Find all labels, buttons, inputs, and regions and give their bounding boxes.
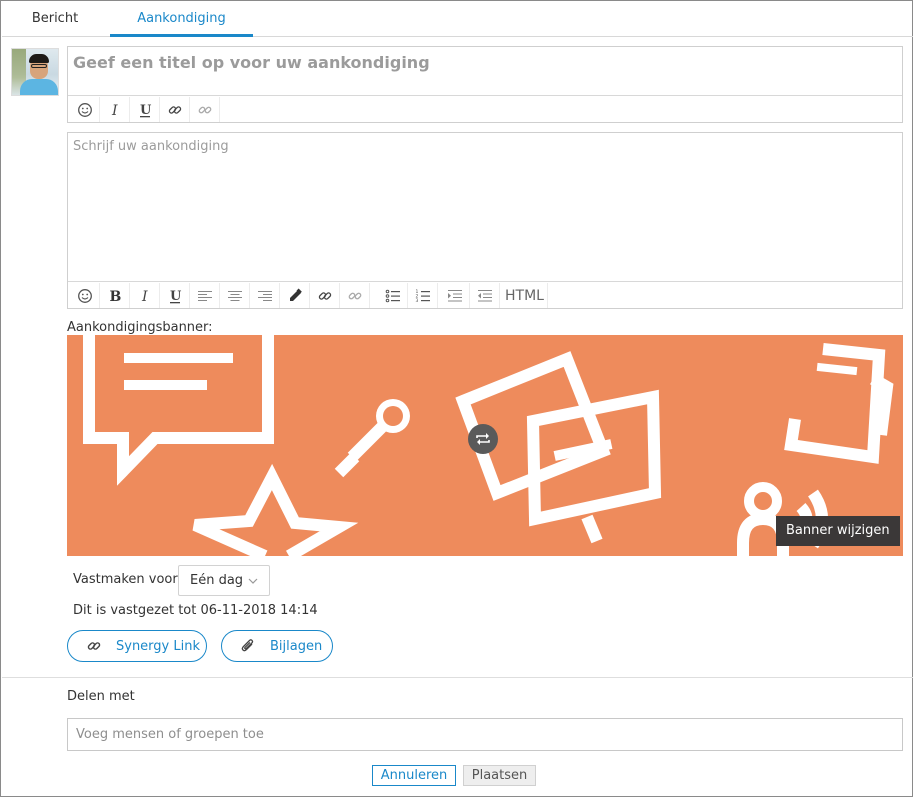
italic-icon[interactable]: I xyxy=(130,283,160,308)
body-editor: Schrijf uw aankondiging B I U 1 2 3 HTML xyxy=(67,132,903,309)
smiley-icon[interactable] xyxy=(70,283,100,308)
italic-icon[interactable]: I xyxy=(100,97,130,122)
avatar xyxy=(11,48,59,96)
divider xyxy=(2,677,913,678)
chevron-down-icon xyxy=(248,578,258,584)
tab-aankondiging[interactable]: Aankondiging xyxy=(110,2,253,37)
align-center-icon[interactable] xyxy=(220,283,250,308)
share-input[interactable]: Voeg mensen of groepen toe xyxy=(67,718,903,751)
attachments-button[interactable]: Bijlagen xyxy=(221,630,333,662)
svg-text:I: I xyxy=(111,103,118,118)
pin-duration-select[interactable]: Eén dag xyxy=(178,565,270,596)
outdent-icon[interactable] xyxy=(470,283,500,308)
smiley-icon[interactable] xyxy=(70,97,100,122)
title-editor: Geef een titel op voor uw aankondiging I… xyxy=(67,46,903,123)
align-right-icon[interactable] xyxy=(250,283,280,308)
svg-text:I: I xyxy=(141,289,148,304)
color-picker-icon[interactable] xyxy=(280,283,310,308)
underline-icon[interactable]: U xyxy=(160,283,190,308)
tab-bericht[interactable]: Bericht xyxy=(10,2,100,37)
attachments-label: Bijlagen xyxy=(270,638,323,654)
unlink-icon[interactable] xyxy=(340,283,370,308)
pin-label: Vastmaken voor xyxy=(73,572,178,587)
banner-label: Aankondigingsbanner: xyxy=(67,320,213,335)
title-input[interactable]: Geef een titel op voor uw aankondiging xyxy=(73,53,430,72)
share-label: Delen met xyxy=(67,689,135,704)
body-input[interactable]: Schrijf uw aankondiging xyxy=(73,139,229,154)
link-icon[interactable] xyxy=(160,97,190,122)
share-placeholder: Voeg mensen of groepen toe xyxy=(76,727,264,742)
title-toolbar: I U xyxy=(68,95,902,122)
svg-text:3: 3 xyxy=(415,298,418,304)
synergy-link-label: Synergy Link xyxy=(116,638,200,654)
announcement-editor: Bericht Aankondiging Geef een titel op v… xyxy=(0,0,913,797)
body-toolbar: B I U 1 2 3 HTML xyxy=(68,281,902,308)
cancel-button[interactable]: Annuleren xyxy=(372,765,456,786)
swap-banner-icon[interactable] xyxy=(468,424,498,454)
html-button[interactable]: HTML xyxy=(502,283,548,308)
tab-bar: Bericht Aankondiging xyxy=(2,2,913,37)
banner-image[interactable]: Banner wijzigen xyxy=(67,335,903,556)
link-icon[interactable] xyxy=(310,283,340,308)
banner-tooltip: Banner wijzigen xyxy=(776,516,900,546)
pin-duration-value: Eén dag xyxy=(190,573,244,588)
paperclip-icon xyxy=(241,639,254,652)
align-left-icon[interactable] xyxy=(190,283,220,308)
bold-icon[interactable]: B xyxy=(100,283,130,308)
synergy-link-button[interactable]: Synergy Link xyxy=(67,630,207,662)
link-icon xyxy=(87,642,101,650)
pinned-until-text: Dit is vastgezet tot 06-11-2018 14:14 xyxy=(73,603,318,618)
underline-icon[interactable]: U xyxy=(130,97,160,122)
svg-text:U: U xyxy=(140,103,152,118)
svg-text:B: B xyxy=(109,289,121,304)
unlink-icon[interactable] xyxy=(190,97,220,122)
svg-text:U: U xyxy=(170,289,182,304)
indent-icon[interactable] xyxy=(440,283,470,308)
numbered-list-icon[interactable]: 123 xyxy=(408,283,438,308)
bullet-list-icon[interactable] xyxy=(378,283,408,308)
post-button[interactable]: Plaatsen xyxy=(463,765,536,786)
